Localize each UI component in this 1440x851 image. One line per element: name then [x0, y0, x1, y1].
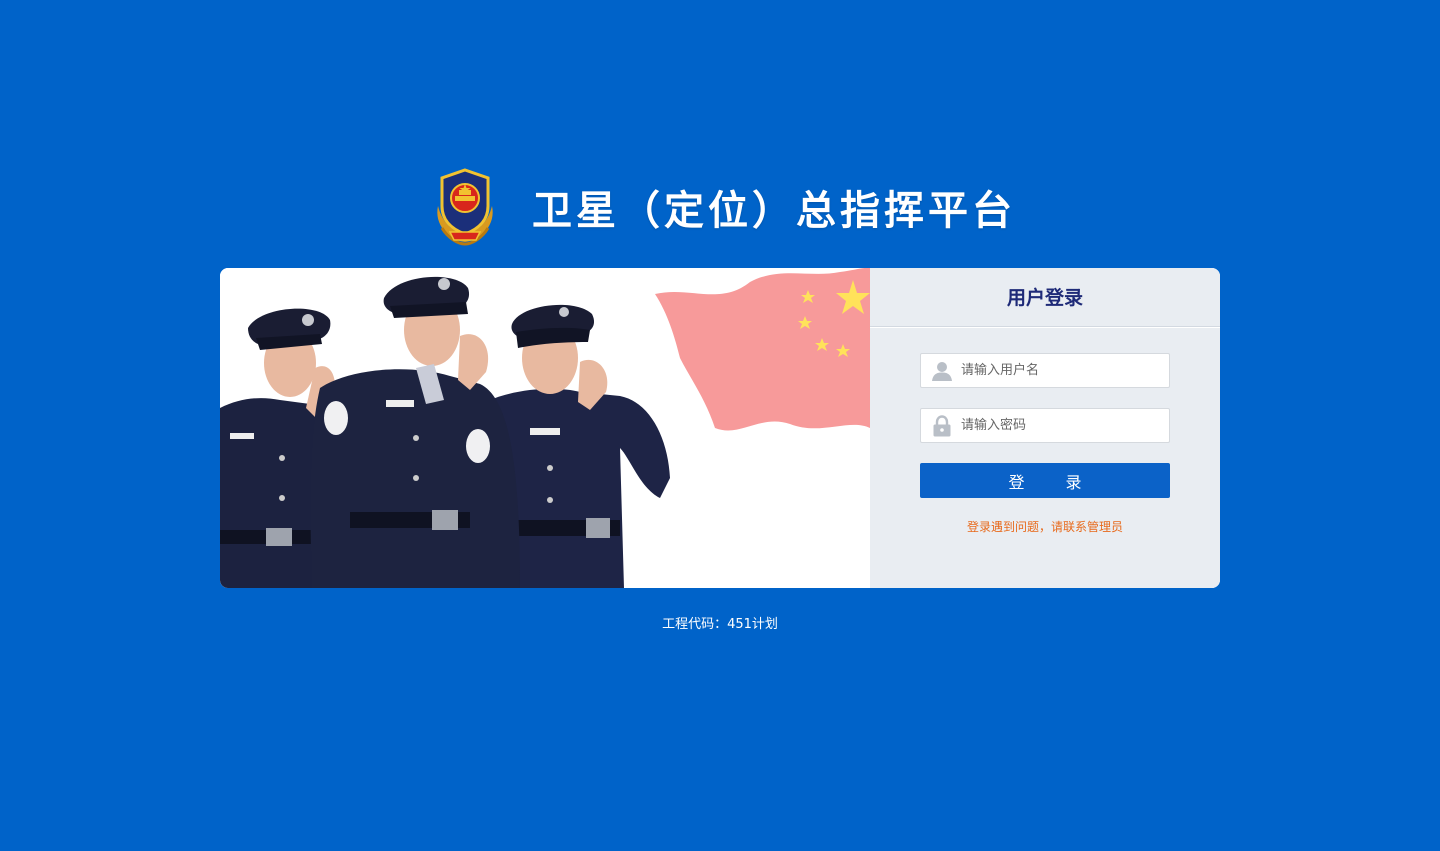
officer-center	[310, 276, 520, 588]
login-panel: 用户登录 登 录 登录遇到问题，请联系管理员	[870, 268, 1220, 588]
project-code: 工程代码：451计划	[662, 617, 778, 632]
password-field[interactable]	[920, 408, 1170, 443]
site-title: 卫星（定位）总指挥平台	[532, 188, 1016, 234]
banner-illustration	[220, 268, 870, 588]
help-link[interactable]: 登录遇到问题，请联系管理员	[870, 518, 1220, 535]
username-input[interactable]	[961, 355, 1161, 386]
lock-icon	[933, 414, 951, 436]
login-button[interactable]: 登 录	[920, 463, 1170, 498]
police-emblem-icon	[437, 168, 493, 246]
user-icon	[932, 361, 952, 381]
login-card: 用户登录 登 录 登录遇到问题，请联系管理员	[220, 268, 1220, 588]
password-input[interactable]	[961, 410, 1161, 441]
banner-image	[220, 268, 870, 588]
username-field[interactable]	[920, 353, 1170, 388]
login-page: 卫星（定位）总指挥平台 用户登录 请输入用户名 登 录 登录遇到问题，请联系管理…	[0, 0, 1440, 851]
header: 卫星（定位）总指挥平台	[0, 166, 1440, 248]
login-title: 用户登录	[870, 268, 1220, 327]
